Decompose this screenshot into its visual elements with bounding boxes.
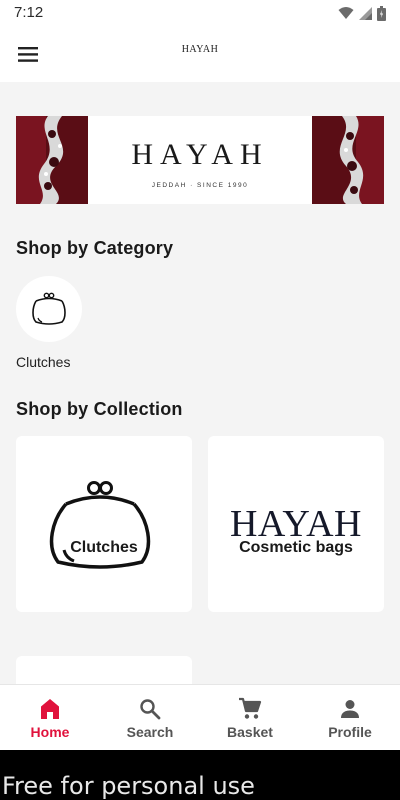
- wifi-icon: [338, 7, 354, 19]
- watermark-bar: Free for personal use: [0, 750, 400, 800]
- shop-by-collection-title: Shop by Collection: [16, 399, 183, 419]
- nav-item-profile[interactable]: Profile: [300, 685, 400, 750]
- watermark-text: Free for personal use: [2, 772, 255, 800]
- person-icon: [341, 700, 359, 718]
- battery-icon: [377, 5, 386, 21]
- app-bar: HAYAH: [0, 26, 400, 82]
- app-title-logo: HAYAH: [181, 44, 219, 55]
- nav-label-profile: Profile: [328, 724, 372, 740]
- signal-icon: [359, 6, 372, 20]
- nav-item-search[interactable]: Search: [100, 685, 200, 750]
- clutch-purse-icon: [32, 292, 66, 325]
- collection-card-clutches[interactable]: [16, 436, 192, 612]
- collection-card-cosmetic-bags[interactable]: HAYAH: [208, 436, 384, 612]
- cart-icon: [239, 697, 262, 719]
- status-icons: [338, 5, 386, 21]
- category-item-clutches[interactable]: Clutches: [16, 276, 82, 370]
- nav-label-home: Home: [30, 724, 70, 740]
- home-icon: [41, 699, 59, 719]
- nav-label-search: Search: [126, 724, 174, 740]
- nav-item-home[interactable]: Home: [0, 685, 100, 750]
- category-icon-circle: [16, 276, 82, 342]
- nav-label-basket: Basket: [227, 724, 273, 740]
- nav-item-basket[interactable]: Basket: [200, 685, 300, 750]
- collection-card-partial[interactable]: [16, 656, 192, 684]
- status-bar: 7:12: [0, 0, 400, 26]
- collection-card-label: Clutches: [70, 539, 138, 556]
- banner-jewel-image-right: [312, 116, 384, 204]
- search-icon: [140, 699, 161, 720]
- collection-card-label: Cosmetic bags: [239, 539, 353, 556]
- bottom-navigation: Home Search Basket Profile: [0, 684, 400, 750]
- category-label: Clutches: [16, 354, 71, 370]
- clutch-purse-icon: [49, 481, 151, 569]
- promo-banner[interactable]: HAYAH JEDDAH · SINCE 1990: [16, 116, 384, 204]
- status-time: 7:12: [14, 4, 44, 21]
- shop-by-category-title: Shop by Category: [16, 238, 174, 258]
